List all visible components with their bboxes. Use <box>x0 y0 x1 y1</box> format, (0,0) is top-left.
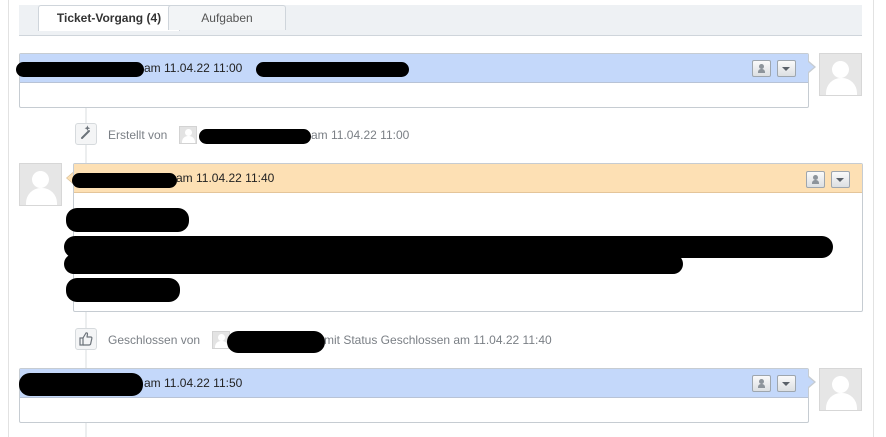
thumbs-up-icon <box>75 328 97 350</box>
person-icon <box>758 64 765 73</box>
chevron-down-icon <box>782 67 790 71</box>
chevron-down-icon <box>836 178 844 182</box>
article-meta: am 11.04.22 11:00 <box>144 61 243 75</box>
tab-label: Aufgaben <box>201 11 253 25</box>
chevron-down-icon <box>782 382 790 386</box>
person-icon <box>758 379 765 388</box>
event-label: Geschlossen von <box>108 333 201 347</box>
person-icon <box>812 175 819 184</box>
article-header: am 11.04.22 11:50 <box>19 369 808 398</box>
avatar <box>179 126 197 144</box>
redacted-recipient <box>256 62 409 77</box>
redacted-author <box>72 173 177 188</box>
avatar[interactable] <box>819 368 862 411</box>
redacted-author <box>19 373 143 396</box>
redacted-user <box>199 129 311 144</box>
article-menu-button[interactable] <box>831 171 850 188</box>
tab-ticket-vorgang[interactable]: Ticket-Vorgang (4) <box>38 5 180 31</box>
article-card: am 11.04.22 11:50 <box>19 368 809 423</box>
redacted-body-line <box>64 254 683 274</box>
redacted-body-line <box>66 278 180 302</box>
article-meta: am 11.04.22 11:40 <box>176 171 275 185</box>
tab-aufgaben[interactable]: Aufgaben <box>168 5 286 30</box>
magic-wand-icon <box>75 123 97 145</box>
article-meta: am 11.04.22 11:50 <box>144 376 243 390</box>
article-menu-button[interactable] <box>777 60 796 77</box>
article-header: am 11.04.22 11:40 <box>72 164 862 193</box>
card-pointer <box>808 61 816 73</box>
redacted-author <box>16 62 144 77</box>
article-header: am 11.04.22 11:00 <box>16 54 808 83</box>
card-pointer <box>808 376 816 388</box>
article-card: am 11.04.22 11:00 <box>16 53 809 108</box>
redacted-user <box>227 331 325 353</box>
avatar[interactable] <box>819 53 862 96</box>
tab-label: Ticket-Vorgang (4) <box>56 11 162 25</box>
avatar[interactable] <box>19 163 62 206</box>
contact-button[interactable] <box>752 375 771 392</box>
contact-button[interactable] <box>752 60 771 77</box>
redacted-body-line <box>66 208 189 232</box>
article-menu-button[interactable] <box>777 375 796 392</box>
article-card: am 11.04.22 11:40 <box>64 163 863 312</box>
contact-button[interactable] <box>806 171 825 188</box>
event-timestamp: am 11.04.22 11:00 <box>311 128 410 142</box>
event-label: Erstellt von <box>108 128 168 142</box>
event-status-text: mit Status Geschlossen am 11.04.22 11:40 <box>324 333 552 347</box>
